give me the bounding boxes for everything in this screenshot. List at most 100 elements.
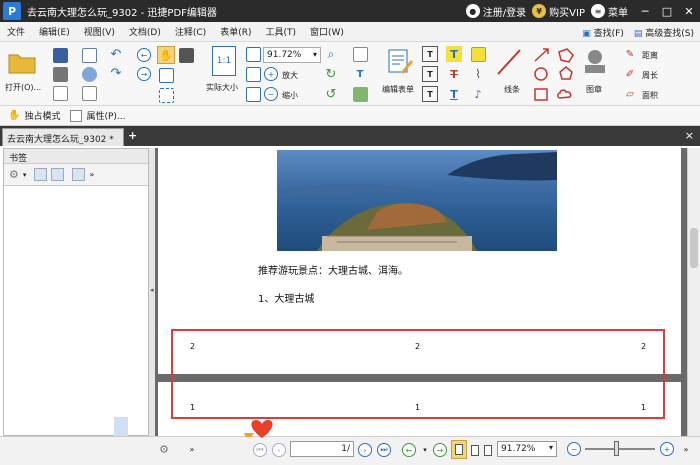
line-tool-button[interactable] [494, 46, 524, 78]
vertical-scrollbar[interactable] [687, 148, 700, 436]
area-icon[interactable]: ▱ [622, 86, 638, 102]
main-menu-link[interactable]: 菜单 [608, 4, 628, 19]
undo-icon[interactable]: ↶ [108, 46, 124, 62]
underline-icon[interactable]: T [446, 86, 462, 102]
nav-dropdown-icon[interactable]: ▾ [420, 442, 430, 458]
attach-icon[interactable]: ⌇ [470, 66, 486, 82]
select-text-button[interactable] [157, 66, 175, 84]
snapshot-button[interactable] [177, 46, 195, 64]
collapse-arrow-icon[interactable]: ◂ [150, 286, 154, 294]
nav-back-button[interactable]: ← [401, 442, 417, 458]
double-chevron-icon[interactable]: » [186, 441, 198, 457]
scrollbar-thumb[interactable] [690, 228, 698, 268]
forward-button[interactable]: → [136, 66, 152, 82]
rotate-back-icon[interactable]: ↺ [323, 86, 339, 102]
expand-bookmark-icon[interactable] [34, 168, 48, 181]
zoom-slider-track[interactable] [585, 448, 655, 450]
menu-comment[interactable]: 注释(C) [168, 25, 213, 38]
callout-icon[interactable]: T [422, 86, 438, 102]
menu-file[interactable]: 文件 [0, 25, 32, 38]
stamp-label[interactable]: 图章 [586, 84, 602, 95]
properties-icon[interactable] [70, 109, 83, 122]
new-tab-button[interactable]: + [128, 129, 140, 142]
add-bookmark-icon[interactable] [72, 168, 86, 181]
exclusive-mode-icon[interactable]: ✋ [8, 110, 20, 121]
typewriter-icon[interactable]: T [422, 46, 438, 62]
menu-document[interactable]: 文档(D) [122, 25, 168, 38]
zoom-out-label[interactable]: 缩小 [282, 90, 298, 101]
cloud-button[interactable] [80, 66, 98, 82]
actual-size-label[interactable]: 实际大小 [206, 82, 238, 93]
single-page-button[interactable] [451, 440, 467, 459]
actual-size-button[interactable]: 1:1 [212, 46, 236, 76]
settings-gear-icon[interactable]: ⚙ [156, 441, 172, 457]
first-page-button[interactable]: ⏮ [252, 442, 268, 458]
zoom-slider-thumb[interactable] [614, 441, 619, 456]
advanced-find-button[interactable]: ▤ 高级查找(S) [634, 26, 694, 39]
two-page-button[interactable] [482, 442, 494, 458]
more-chevron-icon[interactable]: » [680, 441, 692, 457]
export-button[interactable] [80, 85, 98, 101]
print-button[interactable] [52, 66, 68, 82]
highlight-text-icon[interactable]: T [446, 46, 462, 62]
last-page-button[interactable]: ⏭ [376, 442, 392, 458]
area-label[interactable]: 面积 [642, 90, 658, 101]
prev-page-button[interactable]: ‹ [271, 442, 287, 458]
properties-button[interactable]: 属性(P)... [86, 109, 125, 122]
fit-page-button[interactable] [245, 46, 261, 62]
select-object-button[interactable] [157, 86, 175, 104]
menu-view[interactable]: 视图(V) [77, 25, 122, 38]
fit-width-button[interactable] [245, 66, 261, 82]
pentagon-shape-icon[interactable] [559, 66, 573, 80]
page-number-input[interactable]: 1/ [290, 441, 354, 457]
open-label[interactable]: 打开(O)... [5, 82, 41, 93]
zoom-select[interactable]: 91.72% [263, 47, 321, 63]
vip-coin-icon[interactable]: ¥ [532, 4, 547, 18]
add-image-button[interactable] [352, 86, 368, 102]
chevron-down-icon[interactable]: ▾ [23, 171, 27, 179]
fit-visible-button[interactable] [245, 86, 261, 102]
minimize-button[interactable]: ─ [634, 0, 656, 22]
hand-tool-button[interactable]: ✋ [157, 46, 175, 64]
polygon-shape-icon[interactable] [558, 48, 574, 63]
distance-icon[interactable]: ✎ [622, 46, 638, 62]
line-label[interactable]: 线条 [504, 84, 520, 95]
status-zoom-in-button[interactable]: + [659, 441, 675, 457]
back-button[interactable]: ← [136, 47, 152, 63]
gear-icon[interactable]: ⚙ [9, 168, 19, 181]
zoom-dropdown-icon[interactable]: ▾ [549, 443, 553, 452]
perimeter-icon[interactable]: ✐ [622, 66, 638, 82]
login-link[interactable]: 注册/登录 [483, 4, 526, 19]
status-zoom-out-button[interactable]: − [566, 441, 582, 457]
menu-edit[interactable]: 编辑(E) [32, 25, 77, 38]
open-button[interactable] [6, 47, 38, 77]
tab-document[interactable]: 去云南大理怎么玩_9302 * [2, 128, 124, 146]
collapse-bookmark-icon[interactable] [51, 168, 65, 181]
insert-page-button[interactable] [352, 46, 368, 62]
buy-vip-link[interactable]: 购买VIP [549, 4, 585, 19]
redo-icon[interactable]: ↷ [108, 65, 124, 81]
menu-list-icon[interactable]: ≡ [591, 4, 605, 18]
rotate-icon[interactable]: ↻ [323, 66, 339, 82]
close-window-button[interactable]: ✕ [678, 0, 700, 22]
exclusive-mode-button[interactable]: 独占模式 [24, 109, 60, 122]
perimeter-label[interactable]: 周长 [642, 70, 658, 81]
save-button[interactable] [52, 47, 68, 63]
arrow-shape-icon[interactable] [534, 48, 549, 62]
cloud-shape-icon[interactable] [557, 89, 572, 99]
sound-icon[interactable]: ♪ [470, 86, 486, 102]
find-button[interactable]: ▣ 查找(F) [582, 26, 624, 39]
nav-forward-button[interactable]: → [432, 442, 448, 458]
menu-window[interactable]: 窗口(W) [303, 25, 351, 38]
continuous-page-button[interactable] [469, 442, 481, 458]
edit-form-button[interactable] [385, 46, 415, 78]
text-tool-icon[interactable]: T [352, 66, 368, 82]
next-page-button[interactable]: › [357, 442, 373, 458]
zoom-out-button[interactable]: − [263, 86, 279, 102]
menu-form[interactable]: 表单(R) [213, 25, 258, 38]
zoom-in-label[interactable]: 放大 [282, 70, 298, 81]
distance-label[interactable]: 距离 [642, 50, 658, 61]
user-icon[interactable]: ● [465, 4, 480, 18]
maximize-button[interactable]: □ [656, 0, 678, 22]
stamp-button[interactable] [578, 46, 612, 78]
